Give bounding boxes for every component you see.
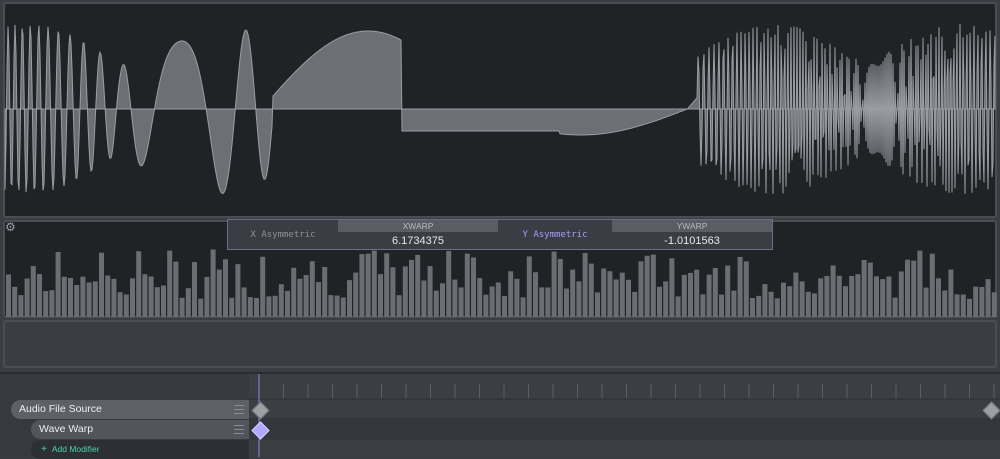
x-asymmetric-toggle[interactable]: X Asymmetric <box>228 220 338 249</box>
gear-icon[interactable]: ⚙ <box>5 221 17 233</box>
track-label: Wave Warp <box>39 423 94 435</box>
ywarp-value[interactable]: -1.0101563 <box>612 232 772 250</box>
xwarp-label: XWARP <box>338 220 498 232</box>
y-asymmetric-toggle[interactable]: Y Asymmetric <box>498 220 612 249</box>
warp-parameters: X Asymmetric XWARP 6.1734375 Y Asymmetri… <box>227 219 773 250</box>
track-audio-file-source[interactable]: Audio File Source <box>11 400 249 419</box>
add-modifier-label: Add Modifier <box>51 444 100 454</box>
add-modifier-button[interactable]: + Add Modifier <box>31 440 249 459</box>
timeline-panel: Audio File Source Wave Warp + Add Modifie… <box>0 372 1000 459</box>
track-label: Audio File Source <box>19 403 102 415</box>
xwarp-value[interactable]: 6.1734375 <box>338 232 498 250</box>
spectrum-display-secondary <box>3 320 997 368</box>
plus-icon: + <box>41 444 47 455</box>
drag-handle-icon[interactable] <box>234 425 244 434</box>
ywarp-param[interactable]: YWARP -1.0101563 <box>612 220 772 249</box>
ywarp-label: YWARP <box>612 220 772 232</box>
waveform-curve <box>4 23 996 195</box>
waveform-graph <box>4 23 996 195</box>
xwarp-param[interactable]: XWARP 6.1734375 <box>338 220 498 249</box>
drag-handle-icon[interactable] <box>234 405 244 414</box>
track-wave-warp[interactable]: Wave Warp <box>31 420 249 439</box>
